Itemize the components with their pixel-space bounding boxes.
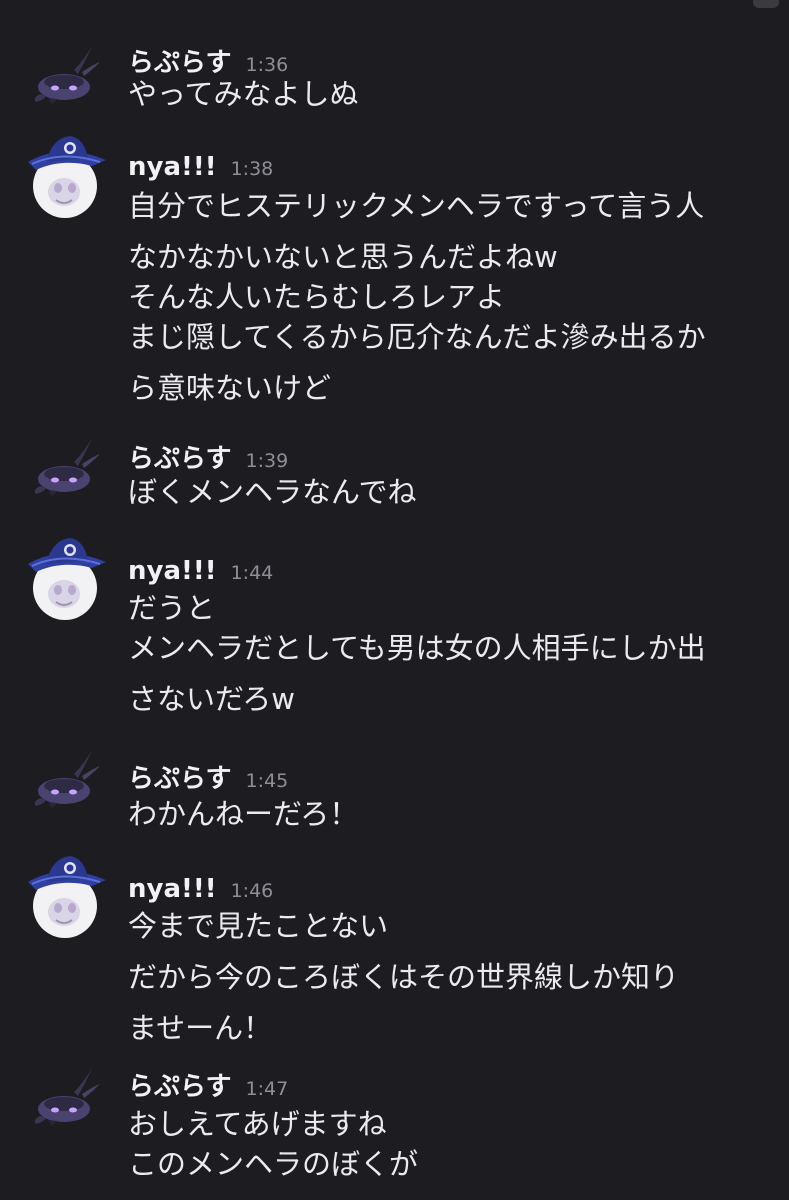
message-line: 今まで見たことない	[128, 909, 389, 943]
message-line: さないだろw	[128, 682, 295, 716]
author-name[interactable]: らぷらす	[128, 758, 231, 795]
message-body: 自分でヒステリックメンヘラですって言う人 なかなかいないと思うんだよねw そんな…	[128, 186, 768, 408]
message-line: そんな人いたらむしろレアよ	[128, 280, 506, 314]
creature-avatar[interactable]	[22, 1064, 108, 1150]
author-name[interactable]: nya!!!	[128, 556, 217, 586]
message-line: 自分でヒステリックメンヘラですって言う人	[128, 189, 705, 223]
timestamp: 1:39	[245, 450, 289, 472]
message-line: メンヘラだとしても男は女の人相手にしか出	[128, 631, 706, 665]
author-name[interactable]: らぷらす	[128, 438, 231, 475]
message-line: やってみなよしぬ	[128, 77, 359, 111]
message-header: らぷらす 1:45	[128, 758, 288, 795]
message-line: だから今のころぼくはその世界線しか知り	[128, 960, 680, 994]
message-line: このメンヘラのぼくが	[128, 1147, 419, 1181]
message-line: ら意味ないけど	[128, 371, 332, 405]
timestamp: 1:46	[230, 880, 274, 902]
author-name[interactable]: nya!!!	[128, 152, 217, 182]
message-line: なかなかいないと思うんだよねw	[128, 240, 558, 274]
message-line: だうと	[128, 591, 216, 625]
message-header: nya!!! 1:46	[128, 874, 273, 904]
message-line: ませーん！	[128, 1011, 273, 1045]
creature-avatar[interactable]	[22, 434, 108, 520]
message-line: まじ隠してくるから厄介なんだよ滲み出るか	[128, 320, 706, 354]
message-line: ぼくメンヘラなんでね	[128, 475, 417, 509]
timestamp: 1:47	[245, 1078, 289, 1100]
message-body: ぼくメンヘラなんでね	[128, 472, 768, 512]
message-line: おしえてあげますね	[128, 1107, 387, 1141]
scroll-indicator[interactable]	[753, 0, 779, 8]
message-header: nya!!! 1:38	[128, 152, 273, 182]
timestamp: 1:44	[230, 562, 274, 584]
timestamp: 1:38	[230, 158, 274, 180]
author-name[interactable]: nya!!!	[128, 874, 217, 904]
message-body: わかんねーだろ！	[128, 794, 768, 834]
timestamp: 1:45	[245, 770, 289, 792]
message-header: らぷらす 1:47	[128, 1066, 288, 1103]
message-body: だうと メンヘラだとしても男は女の人相手にしか出 さないだろw	[128, 588, 768, 719]
message-body: やってみなよしぬ	[128, 74, 768, 114]
witch-cat-avatar[interactable]	[22, 538, 108, 624]
timestamp: 1:36	[245, 54, 289, 76]
message-body: 今まで見たことない だから今のころぼくはその世界線しか知り ませーん！	[128, 906, 768, 1048]
message-line: わかんねーだろ！	[128, 797, 359, 831]
message-header: nya!!! 1:44	[128, 556, 273, 586]
witch-cat-avatar[interactable]	[22, 136, 108, 222]
witch-cat-avatar[interactable]	[22, 856, 108, 942]
creature-avatar[interactable]	[22, 746, 108, 832]
creature-avatar[interactable]	[22, 42, 108, 128]
message-body: おしえてあげますね このメンヘラのぼくが	[128, 1104, 768, 1184]
author-name[interactable]: らぷらす	[128, 1066, 231, 1103]
message-header: らぷらす 1:39	[128, 438, 288, 475]
